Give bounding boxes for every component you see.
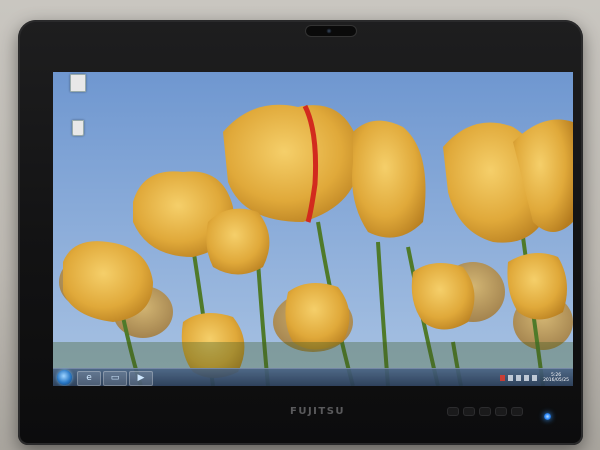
monitor: e ▭ ▶ 5:26 2016/05/25 FUJITSU	[18, 20, 583, 445]
bezel-button-1[interactable]	[448, 408, 458, 415]
system-tray: 5:26 2016/05/25	[500, 370, 569, 385]
taskbar: e ▭ ▶ 5:26 2016/05/25	[53, 368, 573, 386]
taskbar-explorer-button[interactable]: ▭	[103, 371, 127, 386]
bezel-button-2[interactable]	[464, 408, 474, 415]
folder-icon	[70, 74, 86, 92]
tulip-wallpaper	[53, 72, 573, 386]
screen: e ▭ ▶ 5:26 2016/05/25	[53, 72, 573, 386]
ie-icon: e	[86, 373, 92, 383]
desktop-icon-folder[interactable]	[57, 74, 99, 94]
bezel-button-3[interactable]	[480, 408, 490, 415]
explorer-icon: ▭	[110, 373, 120, 383]
tray-ime-icon[interactable]	[524, 374, 530, 381]
taskbar-media-button[interactable]: ▶	[129, 371, 153, 386]
clock-date: 2016/05/25	[543, 377, 569, 383]
tray-network-icon[interactable]	[508, 374, 514, 381]
tray-volume-icon[interactable]	[516, 374, 522, 381]
start-button[interactable]	[57, 370, 72, 385]
taskbar-clock[interactable]: 5:26 2016/05/25	[543, 373, 569, 383]
recycle-bin-icon	[72, 120, 84, 136]
taskbar-ie-button[interactable]: e	[77, 371, 101, 386]
tray-flag-icon[interactable]	[500, 374, 506, 381]
bezel-button-5[interactable]	[512, 408, 522, 415]
tray-battery-icon[interactable]	[532, 374, 538, 381]
power-led	[544, 413, 551, 420]
webcam	[306, 26, 356, 36]
media-icon: ▶	[137, 373, 145, 383]
brand-logo: FUJITSU	[290, 406, 346, 417]
desktop-icon-recycle-bin[interactable]	[57, 120, 99, 138]
bezel-button-4[interactable]	[496, 408, 506, 415]
